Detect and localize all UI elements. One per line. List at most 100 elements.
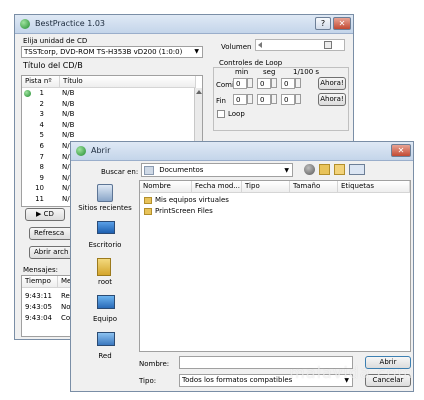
volume-label: Volumen bbox=[221, 43, 252, 51]
file-name: Mis equipos virtuales bbox=[155, 196, 229, 204]
loop-end-now-button[interactable]: Ahora! bbox=[318, 93, 346, 106]
loop-checkbox[interactable] bbox=[217, 110, 225, 118]
track-number: 5 bbox=[39, 131, 44, 140]
scroll-up-arrow-icon[interactable] bbox=[196, 90, 202, 94]
track-title: N/ bbox=[62, 163, 70, 172]
volume-slider-thumb[interactable] bbox=[324, 41, 332, 49]
views-menu-icon[interactable] bbox=[349, 164, 365, 175]
lookin-value: Documentos bbox=[159, 166, 204, 174]
file-column-header[interactable]: Etiquetas bbox=[338, 181, 410, 193]
track-row[interactable]: 2 N/B bbox=[22, 100, 194, 110]
track-row[interactable]: 1 N/B bbox=[22, 89, 194, 99]
tracks-col-titulo[interactable]: Título bbox=[60, 76, 196, 88]
loop-start-seg-spinner[interactable] bbox=[271, 78, 277, 88]
loop-end-min-input[interactable]: 0 bbox=[233, 94, 247, 105]
app-icon bbox=[20, 19, 30, 29]
message-time: 9:43:11 bbox=[25, 292, 52, 300]
track-row[interactable]: 3 N/B bbox=[22, 110, 194, 120]
loop-start-now-button[interactable]: Ahora! bbox=[318, 77, 346, 90]
loop-centi-label: 1/100 s bbox=[293, 68, 320, 76]
loop-controls-title: Controles de Loop bbox=[217, 59, 285, 67]
place-label: Equipo bbox=[93, 315, 117, 323]
tracks-title-text: Título del CD bbox=[23, 61, 75, 70]
loop-end-seg-spinner[interactable] bbox=[271, 94, 277, 104]
loop-start-min-spinner[interactable] bbox=[247, 78, 253, 88]
tracks-title-label: Título del CD/B bbox=[23, 61, 83, 70]
place-label: Escritorio bbox=[88, 241, 122, 249]
filetype-label: Tipo: bbox=[139, 377, 157, 385]
network-icon bbox=[97, 332, 115, 346]
loop-end-min-spinner[interactable] bbox=[247, 94, 253, 104]
back-icon[interactable] bbox=[304, 164, 315, 175]
loop-start-seg-input[interactable]: 0 bbox=[257, 78, 271, 89]
volume-slider-left-arrow bbox=[258, 42, 262, 48]
open-dialog: Abrir ✕ Buscar en: Documentos ▼ Sitios r… bbox=[70, 141, 414, 392]
track-row[interactable]: 5 N/B bbox=[22, 131, 194, 141]
file-column-header[interactable]: Tipo bbox=[242, 181, 290, 193]
loop-min-label: min bbox=[235, 68, 249, 76]
file-row[interactable]: Mis equipos virtuales bbox=[142, 196, 342, 206]
place-item[interactable]: root bbox=[75, 254, 137, 290]
track-number: 6 bbox=[39, 142, 44, 150]
help-button[interactable]: ? bbox=[315, 17, 331, 30]
track-number: 10 bbox=[35, 184, 44, 193]
up-folder-icon[interactable] bbox=[319, 164, 330, 175]
track-title: N/ bbox=[62, 184, 70, 193]
lookin-select[interactable]: Documentos ▼ bbox=[141, 163, 293, 177]
loop-start-min-input[interactable]: 0 bbox=[233, 78, 247, 89]
track-title: N/B bbox=[62, 110, 75, 119]
file-row[interactable]: PrintScreen Files bbox=[142, 207, 342, 217]
messages-label: Mensajes: bbox=[23, 266, 58, 274]
playing-icon bbox=[24, 90, 31, 97]
place-label: root bbox=[97, 278, 113, 286]
track-number: 8 bbox=[39, 163, 44, 172]
file-list[interactable]: Nombre Fecha mod... Tipo Tamaño Etiquetas Mi… bbox=[139, 180, 411, 352]
track-number: 3 bbox=[39, 110, 44, 119]
loop-start-centi-input[interactable]: 0 bbox=[281, 78, 295, 89]
place-item[interactable]: Red bbox=[75, 328, 137, 364]
dialog-title: Abrir bbox=[91, 146, 111, 155]
message-time: 9:43:04 bbox=[25, 314, 52, 322]
track-row[interactable]: 4 N/B bbox=[22, 121, 194, 131]
track-number: 1 bbox=[39, 89, 44, 97]
lookin-chevron-down-icon: ▼ bbox=[284, 167, 289, 174]
main-titlebar[interactable]: BestPractice 1.03 ? ✕ bbox=[15, 15, 353, 34]
loop-end-centi-spinner[interactable] bbox=[295, 94, 301, 104]
loop-end-seg-input[interactable]: 0 bbox=[257, 94, 271, 105]
computer-icon bbox=[97, 295, 115, 309]
tracks-title-extra: /B bbox=[74, 61, 83, 70]
messages-col-time[interactable]: Tiempo bbox=[22, 276, 58, 288]
loop-end-centi-input[interactable]: 0 bbox=[281, 94, 295, 105]
close-button[interactable]: ✕ bbox=[333, 17, 351, 30]
dialog-titlebar[interactable]: Abrir ✕ bbox=[71, 142, 413, 161]
main-window-title: BestPractice 1.03 bbox=[35, 19, 106, 28]
file-column-header[interactable]: Fecha mod... bbox=[192, 181, 242, 193]
dialog-close-button[interactable]: ✕ bbox=[391, 144, 411, 157]
place-item[interactable]: Equipo bbox=[75, 291, 137, 327]
loop-end-label: Fin bbox=[216, 97, 226, 105]
file-name: PrintScreen Files bbox=[155, 207, 213, 215]
tracks-col-pista[interactable]: Pista nº bbox=[22, 76, 60, 88]
cd-drive-select[interactable]: TSSTcorp, DVD-ROM TS-H353B vD200 (1:0:0)… bbox=[21, 46, 203, 58]
cd-drive-value: TSSTcorp, DVD-ROM TS-H353B vD200 (1:0:0) bbox=[24, 48, 183, 56]
track-number: 7 bbox=[39, 152, 44, 161]
file-column-header[interactable]: Tamaño bbox=[290, 181, 338, 193]
folder-icon bbox=[144, 197, 152, 204]
places-bar: Sitios recientes Escritorio root Equipo Red bbox=[75, 180, 137, 370]
file-column-header[interactable]: Nombre bbox=[140, 181, 192, 193]
user-folder-icon bbox=[97, 258, 111, 276]
place-item[interactable]: Sitios recientes bbox=[75, 180, 137, 216]
loop-start-centi-spinner[interactable] bbox=[295, 78, 301, 88]
message-text: Co bbox=[61, 314, 71, 322]
place-label: Red bbox=[98, 352, 112, 360]
dialog-app-icon bbox=[76, 146, 86, 156]
volume-slider-track[interactable] bbox=[255, 39, 345, 51]
documents-folder-icon bbox=[144, 165, 154, 175]
folder-icon bbox=[144, 208, 152, 215]
message-text: Re bbox=[61, 292, 70, 300]
new-folder-icon[interactable] bbox=[334, 164, 345, 175]
track-title: N/ bbox=[62, 173, 70, 182]
place-item[interactable]: Escritorio bbox=[75, 217, 137, 253]
play-cd-button[interactable]: ▶ CD bbox=[25, 208, 65, 221]
track-number: 4 bbox=[39, 120, 44, 129]
